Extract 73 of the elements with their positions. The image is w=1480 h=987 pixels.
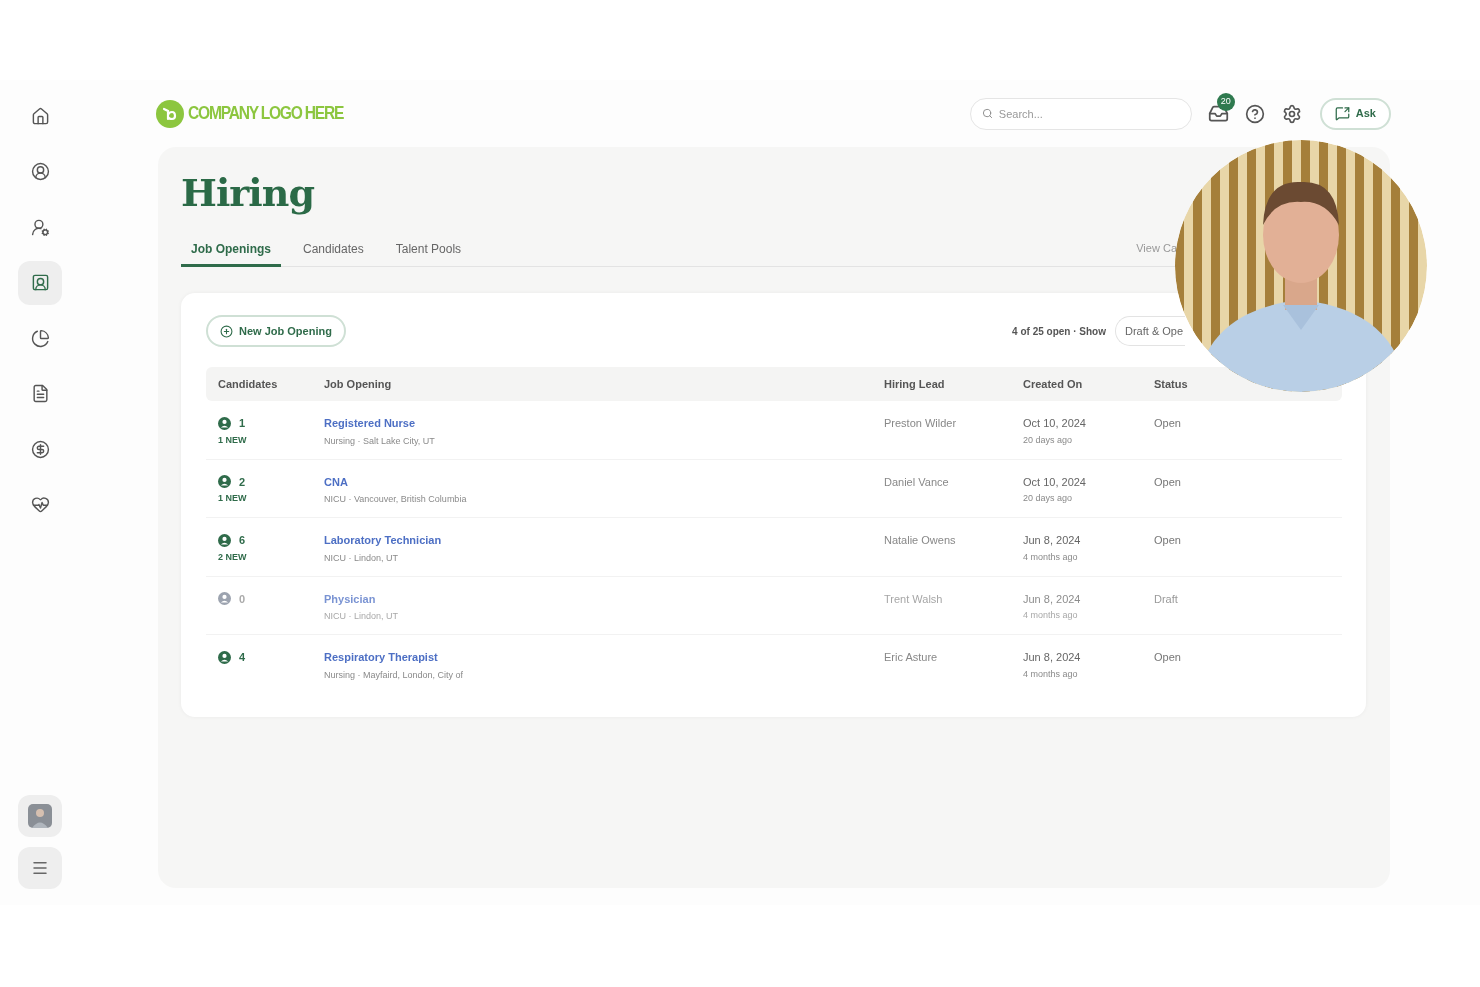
tab[interactable]: Talent Pools <box>385 233 472 267</box>
job-location: Nursing · Salt Lake City, UT <box>324 434 436 448</box>
profile-avatar[interactable] <box>18 795 62 837</box>
page-title: Hiring <box>181 171 316 215</box>
status-text: Open <box>1154 650 1182 665</box>
tab[interactable]: Job Openings <box>181 233 281 267</box>
new-job-opening-button[interactable]: New Job Opening <box>206 315 346 347</box>
hiring-lead: Trent Walsh <box>884 591 944 607</box>
search-icon <box>981 107 993 119</box>
job-location: NICU · Vancouver, British Columbia <box>324 493 468 506</box>
new-candidates-label: 1 NEW <box>218 433 248 447</box>
candidate-count: 1 <box>239 416 246 431</box>
plus-icon <box>220 324 233 338</box>
settings-icon[interactable] <box>1281 103 1302 124</box>
menu-button[interactable] <box>18 847 62 889</box>
hiring-lead: Eric Asture <box>884 650 939 665</box>
notification-badge: 20 <box>1216 93 1235 111</box>
company-logo-text: COMPANY LOGO HERE <box>188 101 344 126</box>
created-ago: 4 months ago <box>1023 667 1079 681</box>
new-candidates-label: 2 NEW <box>218 550 248 564</box>
home-icon <box>30 106 50 126</box>
created-date: Jun 8, 2024 <box>1023 591 1082 607</box>
status-text: Open <box>1154 533 1182 548</box>
column-header: Created On <box>1023 376 1084 392</box>
ask-button[interactable]: Ask <box>1319 97 1391 130</box>
hiring-lead: Natalie Owens <box>884 533 957 548</box>
menu-icon <box>31 859 49 877</box>
created-ago: 4 months ago <box>1023 550 1079 564</box>
column-header: Job Opening <box>324 376 393 392</box>
sidebar-item[interactable] <box>18 260 62 305</box>
candidate-count: 6 <box>239 533 246 548</box>
job-location: NICU · Lindon, UT <box>324 610 400 623</box>
status-text: Open <box>1154 474 1182 490</box>
hiring-lead: Preston Wilder <box>884 416 958 431</box>
job-location: Nursing · Mayfaird, London, City of <box>324 668 465 682</box>
status-text: Draft <box>1154 591 1179 607</box>
dollar-icon <box>30 439 50 459</box>
search-field[interactable]: Search... <box>969 97 1192 130</box>
job-location: NICU · Lindon, UT <box>324 551 400 565</box>
status-text: Open <box>1154 416 1182 431</box>
contact-card-icon <box>30 273 50 292</box>
created-date: Jun 8, 2024 <box>1023 533 1082 548</box>
created-date: Jun 8, 2024 <box>1023 650 1082 665</box>
job-title-link[interactable]: Respiratory Therapist <box>324 649 438 666</box>
job-title-link[interactable]: Laboratory Technician <box>324 532 442 549</box>
user-circle-icon <box>30 162 50 181</box>
new-candidates-label: 1 NEW <box>218 492 248 505</box>
candidate-count: 4 <box>239 650 246 665</box>
logo-icon <box>156 99 184 128</box>
column-header: Status <box>1154 376 1189 392</box>
column-header: Candidates <box>218 376 279 392</box>
candidate-count: 0 <box>239 591 246 607</box>
pie-chart-icon <box>30 328 50 348</box>
avatar-icon <box>28 804 52 828</box>
job-title-link[interactable]: CNA <box>324 473 348 490</box>
hiring-lead: Daniel Vance <box>884 474 950 490</box>
created-date: Oct 10, 2024 <box>1023 474 1087 490</box>
candidate-count: 2 <box>239 474 246 490</box>
column-header: Hiring Lead <box>884 376 946 392</box>
document-icon <box>30 384 50 403</box>
help-icon[interactable] <box>1244 103 1265 124</box>
job-title-link[interactable]: Physician <box>324 590 376 607</box>
tab[interactable]: Candidates <box>293 233 374 267</box>
job-title-link[interactable]: Registered Nurse <box>324 415 416 432</box>
view-link[interactable]: View Ca <box>1136 239 1177 256</box>
heart-pulse-icon <box>30 495 50 514</box>
created-ago: 4 months ago <box>1023 609 1079 622</box>
created-ago: 20 days ago <box>1023 433 1074 447</box>
chat-icon <box>1334 106 1350 121</box>
created-ago: 20 days ago <box>1023 492 1074 505</box>
inbox-icon[interactable] <box>1207 103 1229 124</box>
created-date: Oct 10, 2024 <box>1023 416 1087 431</box>
open-count-summary: 4 of 25 open · Show <box>1012 324 1106 339</box>
